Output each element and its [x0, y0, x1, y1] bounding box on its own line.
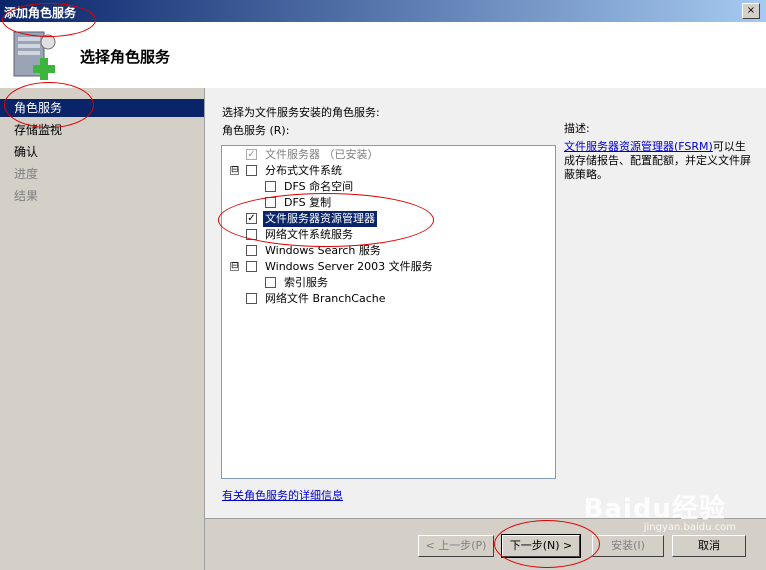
checkbox-nfs[interactable]: [246, 229, 257, 240]
instruction-text: 选择为文件服务安装的角色服务:: [222, 106, 380, 119]
install-button[interactable]: 安装(I): [592, 535, 664, 557]
list-item[interactable]: 网络文件系统服务: [222, 227, 552, 243]
watermark: Baidu经验: [583, 494, 726, 524]
description-body: 文件服务器资源管理器(FSRM)可以生成存储报告、配置配额，并定义文件屏蔽策略。: [564, 140, 754, 182]
nav-item-role-services[interactable]: 角色服务: [0, 99, 204, 117]
list-item[interactable]: Windows Search 服务: [222, 243, 552, 259]
close-button[interactable]: ×: [742, 3, 760, 19]
wizard-nav: 角色服务 存储监视 确认 进度 结果: [0, 88, 205, 570]
list-item[interactable]: 索引服务: [222, 275, 552, 291]
list-item[interactable]: DFS 复制: [222, 195, 552, 211]
list-item[interactable]: DFS 命名空间: [222, 179, 552, 195]
server-add-icon: [13, 31, 56, 80]
description-panel: 描述: 文件服务器资源管理器(FSRM)可以生成存储报告、配置配额，并定义文件屏…: [564, 122, 754, 182]
checkbox-ws2003-file-services[interactable]: [246, 261, 257, 272]
cancel-button[interactable]: 取消: [672, 535, 746, 557]
collapse-icon[interactable]: ⊟: [230, 166, 239, 175]
checkbox-dfs[interactable]: [246, 165, 257, 176]
watermark-subtext: jingyan.baidu.com: [643, 522, 736, 533]
page-title: 选择角色服务: [80, 48, 171, 66]
collapse-icon[interactable]: ⊟: [230, 262, 239, 271]
title-bar: 添加角色服务 ×: [0, 0, 766, 22]
window-title: 添加角色服务: [4, 6, 77, 20]
description-title: 描述:: [564, 122, 590, 135]
checkbox-windows-search[interactable]: [246, 245, 257, 256]
checkbox-dfs-replication[interactable]: [265, 197, 276, 208]
checkbox-fsrm[interactable]: [246, 213, 257, 224]
checkbox-branchcache[interactable]: [246, 293, 257, 304]
list-item[interactable]: 网络文件 BranchCache: [222, 291, 552, 307]
nav-item-results: 结果: [14, 189, 39, 203]
next-button[interactable]: 下一步(N) >: [501, 534, 581, 558]
fsrm-link[interactable]: 文件服务器资源管理器(FSRM): [564, 140, 713, 153]
main-content: 选择为文件服务安装的角色服务: 角色服务 (R): 文件服务器 （已安装） ⊟ …: [205, 88, 766, 518]
nav-item-storage-monitoring[interactable]: 存储监视: [0, 121, 204, 139]
list-label: 角色服务 (R):: [222, 124, 290, 137]
wizard-header: 选择角色服务: [0, 22, 766, 89]
nav-item-progress: 进度: [14, 167, 39, 181]
list-item[interactable]: ⊟ 分布式文件系统: [222, 163, 552, 179]
checkbox-file-server: [246, 149, 257, 160]
previous-button[interactable]: < 上一步(P): [418, 535, 494, 557]
nav-item-confirmation[interactable]: 确认: [0, 143, 204, 161]
list-item[interactable]: ⊟ Windows Server 2003 文件服务: [222, 259, 552, 275]
list-item[interactable]: 文件服务器 （已安装）: [222, 147, 552, 163]
checkbox-dfs-namespace[interactable]: [265, 181, 276, 192]
role-services-list[interactable]: 文件服务器 （已安装） ⊟ 分布式文件系统 DFS 命名空间 DFS 复制 文件…: [221, 145, 556, 479]
checkbox-indexing-service[interactable]: [265, 277, 276, 288]
list-item[interactable]: 文件服务器资源管理器: [222, 211, 552, 227]
more-info-link[interactable]: 有关角色服务的详细信息: [222, 487, 343, 503]
